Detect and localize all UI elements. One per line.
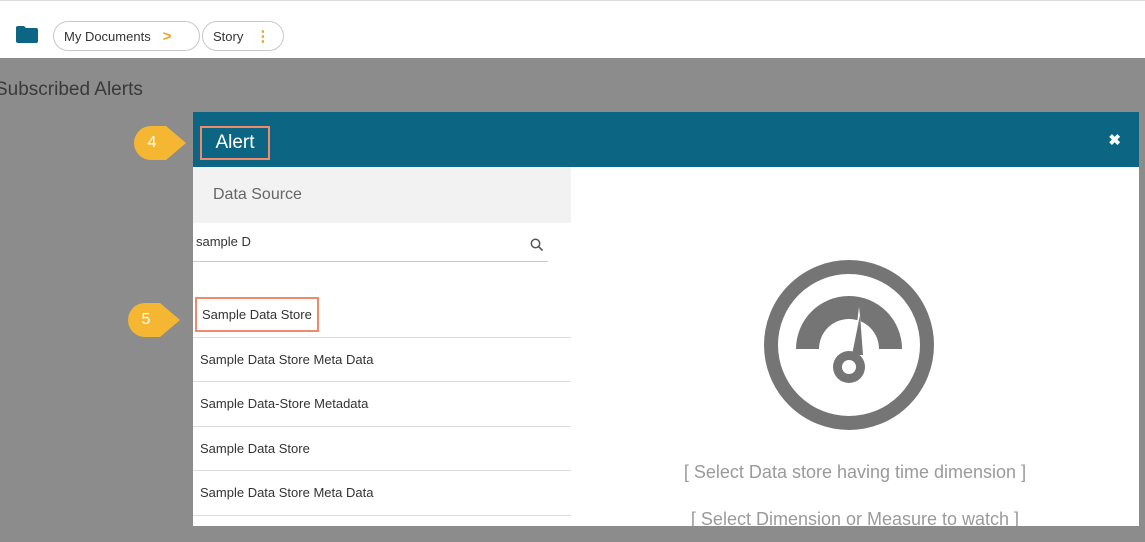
list-item-label: Sample Data Store Meta Data bbox=[200, 351, 374, 367]
breadcrumb-label: My Documents bbox=[64, 28, 151, 44]
list-item[interactable]: Sample Data Store bbox=[193, 293, 571, 338]
list-item-label: Sample Data Store bbox=[195, 297, 319, 333]
data-store-list: Sample Data Store Sample Data Store Meta… bbox=[193, 293, 571, 516]
data-source-panel: Data Source Sample Data Store Sample Dat… bbox=[193, 167, 571, 526]
top-bar: My Documents > Story ⋮ bbox=[0, 0, 1145, 58]
chevron-right-icon: > bbox=[162, 27, 172, 45]
data-source-heading: Data Source bbox=[193, 167, 571, 223]
list-item-label: Sample Data-Store Metadata bbox=[200, 396, 369, 412]
modal-header: Alert ✖ bbox=[193, 112, 1139, 167]
breadcrumb-my-documents[interactable]: My Documents > bbox=[53, 21, 200, 51]
list-item[interactable]: Sample Data Store Meta Data bbox=[193, 471, 571, 516]
breadcrumb-label: Story bbox=[213, 28, 244, 44]
page-title: Subscribed Alerts bbox=[0, 79, 143, 100]
step-badge: 4 bbox=[134, 126, 186, 160]
search-input[interactable] bbox=[196, 234, 516, 249]
kebab-menu-icon[interactable]: ⋮ bbox=[255, 27, 270, 45]
list-item-label: Sample Data Store Meta Data bbox=[200, 485, 374, 501]
breadcrumb-story[interactable]: Story ⋮ bbox=[202, 21, 284, 51]
alert-modal: Alert ✖ Data Source Sample Data Store Sa… bbox=[193, 112, 1139, 526]
step-number: 5 bbox=[141, 311, 151, 328]
folder-icon[interactable] bbox=[16, 26, 38, 43]
list-item-label: Sample Data Store bbox=[200, 440, 310, 456]
close-icon[interactable]: ✖ bbox=[1108, 131, 1121, 149]
search-icon[interactable] bbox=[530, 238, 544, 252]
list-item[interactable]: Sample Data Store bbox=[193, 427, 571, 471]
hint-select-data-store: [ Select Data store having time dimensio… bbox=[683, 462, 1027, 482]
list-item[interactable]: Sample Data Store Meta Data bbox=[193, 338, 571, 382]
hint-select-dimension: [ Select Dimension or Measure to watch ] bbox=[690, 509, 1020, 526]
list-item[interactable]: Sample Data-Store Metadata bbox=[193, 382, 571, 427]
step-number: 4 bbox=[147, 134, 157, 151]
alert-preview-panel: [ Select Data store having time dimensio… bbox=[571, 167, 1139, 526]
gauge-icon bbox=[764, 260, 934, 430]
step-badge: 5 bbox=[128, 303, 180, 337]
modal-title: Alert bbox=[200, 126, 270, 160]
search-box bbox=[193, 230, 548, 262]
